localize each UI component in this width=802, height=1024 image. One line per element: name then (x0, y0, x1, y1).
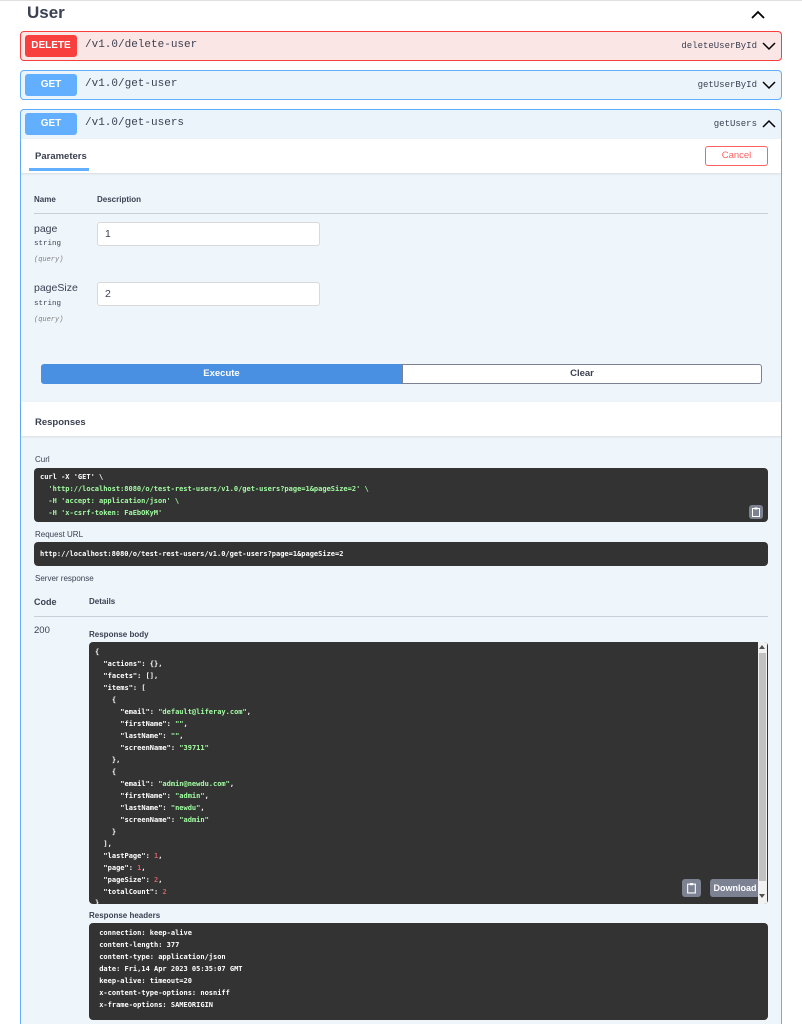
param-type: string (34, 240, 62, 248)
response-status-code: 200 (34, 625, 50, 636)
header-line: keep-alive: timeout=20 (95, 977, 197, 985)
column-header-code: Code (34, 597, 57, 607)
param-location: (query) (34, 256, 64, 264)
body-line: } (95, 899, 100, 904)
body-line: "facets": [], (95, 672, 159, 680)
body-line: ], (95, 840, 112, 848)
opblock-get-users: GET /v1.0/get-users getUsers Parameters … (20, 109, 782, 1024)
scroll-down-arrow-icon[interactable] (759, 894, 765, 898)
chevron-down-icon[interactable] (761, 77, 777, 93)
scrollbar[interactable] (758, 642, 767, 904)
tab-active-indicator (29, 168, 89, 171)
clipboard-icon (687, 883, 696, 894)
body-line: } (95, 828, 117, 836)
download-button[interactable]: Download (710, 879, 760, 897)
header-line: connection: keep-alive (95, 929, 197, 937)
curl-line: curl -X 'GET' \ (40, 473, 104, 481)
body-line: "firstName": "", (95, 720, 188, 728)
chevron-up-icon[interactable] (761, 116, 777, 132)
column-header-details: Details (89, 597, 116, 606)
method-badge: DELETE (25, 35, 77, 57)
body-line: "totalCount": 2 (95, 888, 167, 896)
response-headers-label: Response headers (89, 911, 161, 920)
response-body-label: Response body (89, 630, 149, 639)
copy-to-clipboard-button[interactable] (682, 879, 701, 897)
column-header-name: Name (34, 195, 56, 204)
response-headers-block[interactable]: connection: keep-alive content-length: 3… (89, 923, 768, 1020)
header-line: content-type: application/json (95, 953, 230, 961)
clear-button[interactable]: Clear (402, 364, 762, 384)
method-badge: GET (25, 74, 77, 96)
method-badge: GET (25, 113, 77, 135)
request-url-label: Request URL (35, 530, 84, 539)
param-name: pageSize (34, 282, 78, 294)
parameters-header: Parameters Cancel (21, 139, 781, 173)
curl-line: -H 'accept: application/json' \ (40, 497, 180, 505)
body-line: "lastName": "", (95, 732, 184, 740)
copy-to-clipboard-button[interactable] (749, 505, 763, 519)
header-line: date: Fri,14 Apr 2023 05:35:07 GMT (95, 965, 247, 973)
operation-path: /v1.0/get-user (85, 78, 178, 90)
header-line: content-length: 377 (95, 941, 184, 949)
curl-label: Curl (35, 455, 50, 464)
body-line: "lastName": "newdu", (95, 804, 205, 812)
curl-code-block[interactable]: curl -X 'GET' \ 'http://localhost:8080/o… (34, 468, 768, 522)
operation-id: deleteUserById (681, 41, 757, 51)
body-line: { (95, 768, 117, 776)
curl-line: -H 'x-csrf-token: FaEbOKyM' (40, 509, 163, 517)
responses-title: Responses (35, 417, 86, 428)
body-line: "actions": {}, (95, 660, 163, 668)
chevron-down-icon[interactable] (761, 38, 777, 54)
scroll-up-arrow-icon[interactable] (759, 645, 765, 649)
opblock-summary-delete-user[interactable]: DELETE /v1.0/delete-user deleteUserById (21, 32, 781, 60)
server-response-label: Server response (35, 574, 94, 583)
operation-body: Parameters Cancel Name Description page … (21, 139, 781, 1024)
body-line: "items": [ (95, 684, 146, 692)
opblock-get-user: GET /v1.0/get-user getUserById (20, 70, 782, 100)
request-url: http://localhost:8080/o/test-rest-users/… (40, 550, 344, 558)
param-type: string (34, 300, 62, 308)
responses-header: Responses (21, 402, 781, 436)
divider (34, 616, 768, 617)
chevron-up-icon[interactable] (748, 5, 768, 25)
body-line: "screenName": "admin" (95, 816, 209, 824)
response-body-block[interactable]: { "actions": {}, "facets": [], "items": … (89, 642, 768, 904)
tab-parameters[interactable]: Parameters (35, 151, 87, 162)
body-line: "email": "default@liferay.com", (95, 708, 251, 716)
body-line: { (95, 696, 117, 704)
tag-header-user[interactable]: User (20, 1, 782, 27)
divider (34, 213, 768, 214)
opblock-summary-get-user[interactable]: GET /v1.0/get-user getUserById (21, 71, 781, 99)
body-line: "page": 1, (95, 864, 146, 872)
operation-id: getUsers (713, 119, 757, 129)
page-input[interactable]: 1 (97, 222, 320, 246)
operation-path: /v1.0/get-users (85, 117, 185, 129)
tag-title: User (27, 3, 65, 22)
body-line: "pageSize": 2, (95, 876, 163, 884)
curl-line: 'http://localhost:8080/o/test-rest-users… (40, 485, 369, 493)
execute-button[interactable]: Execute (41, 364, 402, 384)
operation-path: /v1.0/delete-user (85, 39, 198, 51)
operation-id: getUserById (697, 80, 757, 90)
opblock-summary-get-users[interactable]: GET /v1.0/get-users getUsers (21, 110, 781, 138)
param-location: (query) (34, 316, 64, 324)
clipboard-icon (752, 507, 760, 517)
body-line: }, (95, 756, 121, 764)
column-header-description: Description (97, 195, 142, 204)
cancel-button[interactable]: Cancel (705, 146, 768, 166)
opblock-delete-user: DELETE /v1.0/delete-user deleteUserById (20, 31, 782, 61)
body-line: "screenName": "39711" (95, 744, 209, 752)
body-line: "firstName": "admin", (95, 792, 209, 800)
page-size-input[interactable]: 2 (97, 282, 320, 306)
header-line: x-frame-options: SAMEORIGIN (95, 1001, 218, 1009)
body-line: "lastPage": 1, (95, 852, 163, 860)
body-line: "email": "admin@newdu.com", (95, 780, 235, 788)
scroll-thumb[interactable] (759, 653, 766, 881)
param-name: page (34, 223, 58, 235)
header-line: x-content-type-options: nosniff (95, 989, 235, 997)
request-url-block[interactable]: http://localhost:8080/o/test-rest-users/… (34, 542, 768, 566)
body-line: { (95, 648, 100, 656)
